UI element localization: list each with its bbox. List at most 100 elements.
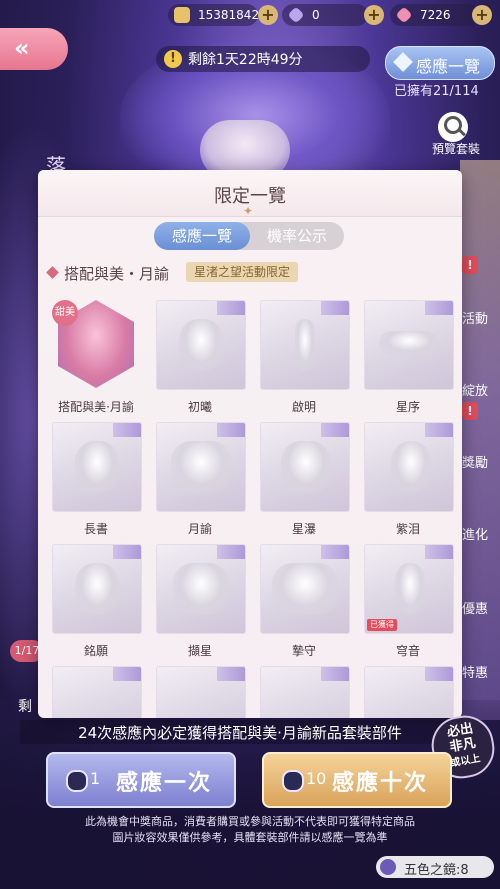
item-thumbnail: 甜美 [52, 300, 140, 388]
mirror-balance[interactable]: 五色之鏡:8 [376, 856, 494, 878]
right-side-reward[interactable]: 獎勵 [462, 452, 488, 471]
item-thumbnail [260, 300, 350, 390]
tab-induction-list[interactable]: 感應一覽 [154, 222, 250, 250]
item-thumbnail [364, 422, 454, 512]
item-name: 長書 [83, 522, 108, 536]
star-ornament-icon: ✦ [243, 204, 254, 218]
pink-diamond-icon [395, 6, 413, 24]
add-gold-button[interactable]: + [258, 5, 278, 25]
gloves-art [281, 441, 331, 493]
item-name: 穹音 [395, 644, 420, 658]
right-alert-badge: ! [462, 256, 478, 274]
style-tag-badge: 甜美 [52, 300, 78, 326]
bracelet-art [173, 563, 229, 615]
event-limited-badge: 星渚之望活動限定 [186, 262, 299, 282]
item-name: 搭配與美·月諭 [58, 400, 134, 414]
back-arrow-icon: « [14, 34, 30, 62]
mirror-coin-icon [66, 770, 88, 792]
disclaimer-line: 圖片妝容效果僅供參考，具體套裝部件請以感應一覽為準 [112, 831, 388, 844]
necklace-art [75, 441, 119, 493]
view-all-label: 感應一覽 [416, 57, 481, 76]
view-all-button[interactable]: 感應一覽 [385, 46, 495, 80]
item-thumbnail [156, 300, 246, 390]
item-name: 初曦 [187, 400, 212, 414]
mirror-count: 五色之鏡:8 [404, 863, 469, 878]
draw-once-button[interactable]: 1 感應一次 [46, 752, 236, 808]
draw-once-cost: 1 [90, 769, 101, 788]
timer-text: 剩餘1天22時49分 [188, 52, 303, 68]
disclaimer: 此為機會中獎商品，消費者購買或參與活動不代表即可獲得特定商品 圖片妝容效果僅供參… [0, 814, 500, 846]
earrings-art [395, 563, 425, 615]
item-name: 星序 [395, 400, 420, 414]
item-thumbnail [52, 666, 142, 718]
event-timer: ! 剩餘1天22時49分 [156, 46, 370, 72]
item-thumbnail [260, 666, 350, 718]
draw-ten-label: 感應十次 [332, 771, 429, 796]
diamond-bullet-icon [46, 266, 59, 279]
alert-icon: ! [164, 50, 182, 68]
gold-currency: 15381842 [168, 4, 260, 26]
item-name: 摯守 [291, 644, 316, 658]
item-thumbnail [364, 300, 454, 390]
item-name: 紫泪 [395, 522, 420, 536]
draw-once-label: 感應一次 [116, 771, 213, 796]
add-blue-diamond-button[interactable]: + [364, 5, 384, 25]
item-thumbnail [364, 666, 454, 718]
item-name: 星瀑 [291, 522, 316, 536]
diamond-icon [393, 52, 413, 72]
right-side-evolve[interactable]: 進化 [462, 524, 488, 543]
headpiece-art [379, 331, 439, 355]
blue-diamond-icon [287, 6, 305, 24]
item-thumbnail [156, 544, 246, 634]
right-side-bloom[interactable]: 綻放 [462, 380, 488, 399]
item-thumbnail [260, 422, 350, 512]
blue-diamond-currency: 0 [282, 4, 368, 26]
back-button[interactable]: « [0, 28, 68, 70]
item-thumbnail: 已獲得 [364, 544, 454, 634]
gold-value: 15381842 [198, 8, 260, 22]
item-thumbnail [156, 666, 246, 718]
right-side-special-offer[interactable]: 特惠 [462, 662, 488, 681]
blue-diamond-value: 0 [312, 8, 320, 22]
add-pink-diamond-button[interactable]: + [472, 5, 492, 25]
draw-ten-button[interactable]: 10 感應十次 [262, 752, 452, 808]
limited-list-modal: 限定一覽 ✦ 感應一覽 機率公示 搭配與美・月諭 星渚之望活動限定 甜美 搭配與… [38, 170, 462, 718]
modal-tabs: 感應一覽 機率公示 [154, 222, 344, 250]
owned-count: 已擁有21/114 [394, 84, 479, 99]
right-alert-badge: ! [462, 402, 478, 420]
currency-bar: 15381842 + 0 + 7226 + [168, 4, 498, 26]
hair-art [179, 319, 223, 371]
item-name: 擷星 [187, 644, 212, 658]
guarantee-text: 24次感應內必定獲得搭配與美·月諭新品套裝部件 [78, 724, 402, 742]
item-thumbnail [52, 544, 142, 634]
mirror-icon [380, 859, 396, 875]
item-name: 啟明 [291, 400, 316, 414]
draw-ten-cost: 10 [306, 769, 327, 788]
preview-outfit-label: 預覽套裝 [432, 142, 481, 156]
unicorn-art [272, 563, 338, 615]
item-name: 月諭 [187, 522, 212, 536]
right-side-offer[interactable]: 優惠 [462, 598, 488, 617]
pink-diamond-value: 7226 [420, 8, 451, 22]
left-side-label: 剩 [18, 699, 32, 715]
disclaimer-line: 此為機會中獎商品，消費者購買或參與活動不代表即可獲得特定商品 [85, 815, 415, 828]
ring-art [75, 563, 119, 615]
obtained-badge: 已獲得 [367, 619, 397, 631]
gold-cat-icon [174, 7, 190, 23]
item-thumbnail [260, 544, 350, 634]
item-thumbnail [156, 422, 246, 512]
tab-probability[interactable]: 機率公示 [250, 222, 344, 250]
mirror-coin-icon [282, 770, 304, 792]
item-name: 銘願 [83, 644, 108, 658]
preview-outfit-button[interactable] [438, 112, 468, 142]
pink-diamond-currency: 7226 [390, 4, 480, 26]
shoes-art [391, 441, 431, 493]
dress-art [171, 441, 231, 493]
modal-header: 限定一覽 ✦ [38, 170, 462, 218]
right-side-activity[interactable]: 活動 [462, 308, 488, 327]
hairpin-art [295, 319, 315, 371]
guarantee-banner: 24次感應內必定獲得搭配與美·月諭新品套裝部件 [20, 720, 480, 744]
item-thumbnail [52, 422, 142, 512]
background-right-strip [460, 160, 500, 720]
section-title: 搭配與美・月諭 [64, 265, 170, 283]
